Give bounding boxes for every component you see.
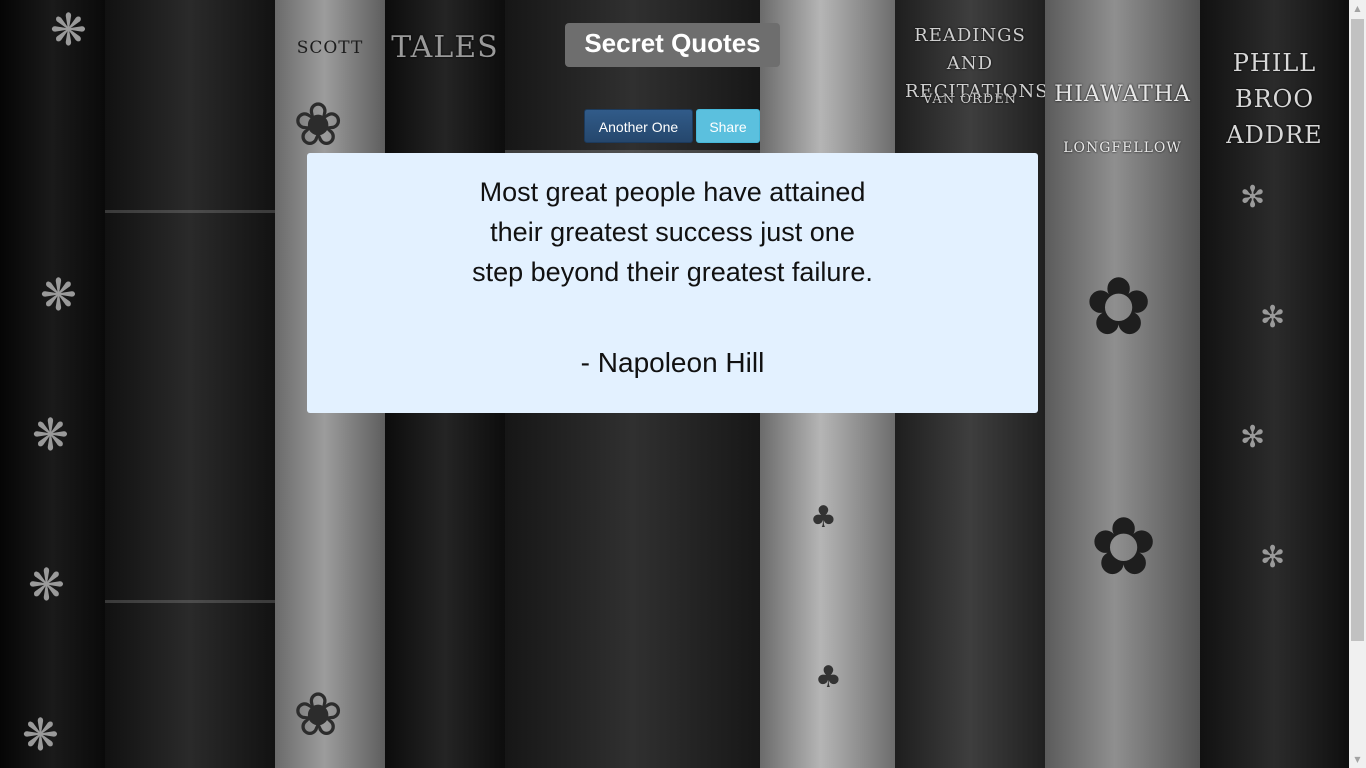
book-spine: ❋ ❋ ❋ ❋ ❋ [0,0,105,768]
another-one-button[interactable]: Another One [584,109,693,143]
flower-ornament-icon: ❋ [40,270,77,321]
page: ❋ ❋ ❋ ❋ ❋ SCOTT ❀ ❀ TALES ♣ ♣ READINGS A… [0,0,1366,768]
quote-text: Most great people have attained their gr… [472,177,873,287]
book-spine [105,0,275,768]
share-button[interactable]: Share [696,109,760,143]
book-spine: PHILL BROO ADDRE ✻ ✻ ✻ ✻ [1200,0,1349,768]
quote-author: - Napoleon Hill [580,347,765,378]
scroll-down-arrow-icon[interactable]: ▼ [1349,751,1366,768]
leaf-ornament-icon: ♣ [815,660,842,695]
flower-ornament-icon: ✿ [1090,500,1158,593]
flower-ornament-icon: ❋ [28,560,65,611]
flower-ornament-icon: ❀ [293,680,344,750]
flower-ornament-icon: ✻ [1260,300,1286,335]
leaf-ornament-icon: ♣ [810,500,837,535]
scroll-up-arrow-icon[interactable]: ▲ [1349,0,1366,17]
book-title-tales: TALES [391,30,499,65]
book-author-van-orden: VAN ORDEN [922,92,1018,107]
flower-ornament-icon: ✻ [1240,180,1266,215]
flower-ornament-icon: ✻ [1260,540,1286,575]
flower-ornament-icon: ❋ [22,710,59,761]
scrollbar-thumb[interactable] [1351,19,1364,641]
book-title-scott: SCOTT [296,38,364,58]
flower-ornament-icon: ❀ [293,90,344,160]
flower-ornament-icon: ✿ [1085,260,1153,353]
flower-ornament-icon: ❋ [50,5,87,56]
vertical-scrollbar[interactable]: ▲ ▼ [1349,0,1366,768]
book-title-phillips: PHILL BROO ADDRE [1226,49,1323,149]
flower-ornament-icon: ❋ [32,410,69,461]
page-title: Secret Quotes [565,23,780,67]
book-author-longfellow: LONGFELLOW [1063,140,1182,156]
book-title-hiawatha: HIAWATHA [1054,82,1191,107]
flower-ornament-icon: ✻ [1240,420,1266,455]
book-spine: HIAWATHA LONGFELLOW ✿ ✿ [1045,0,1200,768]
